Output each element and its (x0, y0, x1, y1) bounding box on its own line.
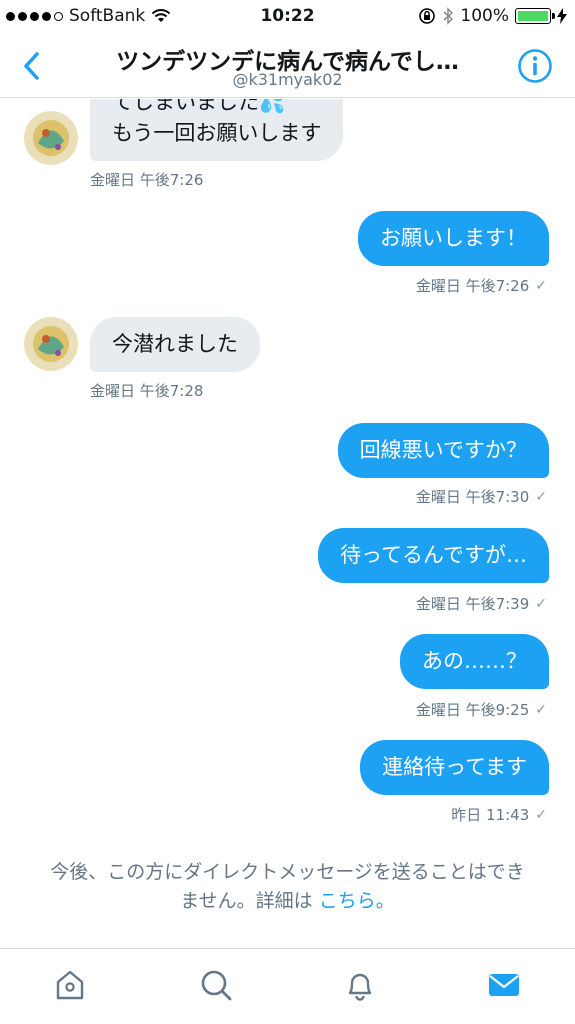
message-timestamp: 金曜日 午後7:39 (415, 595, 530, 613)
read-check-icon: ✓ (535, 277, 547, 294)
status-bar: SoftBank 10:22 100% (0, 0, 575, 34)
message-timestamp: 金曜日 午後7:30 (415, 488, 530, 506)
conversation-handle: @k31myak02 (232, 70, 343, 89)
charging-icon (557, 8, 567, 24)
chevron-left-icon (24, 52, 39, 80)
message-text-line: てしまいました💦 (112, 99, 286, 114)
message-timestamp: 昨日 11:43 (451, 806, 530, 824)
message-bubble-outgoing[interactable]: 待ってるんですが… (318, 528, 549, 583)
read-check-icon: ✓ (535, 701, 547, 718)
home-icon (56, 970, 84, 1000)
message-bubble-incoming[interactable]: 今潜れました (90, 317, 260, 372)
info-icon[interactable] (517, 48, 553, 84)
read-check-icon: ✓ (535, 806, 547, 823)
message-list[interactable]: てしまいました💦 もう一回お願いします 金曜日 午後7:26 お願いします！ 金… (0, 99, 575, 947)
message-meta: 昨日 11:43 ✓ (451, 804, 547, 825)
tab-notifications[interactable] (340, 965, 380, 1005)
message-bubble-incoming[interactable]: てしまいました💦 もう一回お願いします (90, 99, 344, 161)
battery-percent: 100% (460, 6, 509, 26)
bluetooth-icon (443, 7, 454, 25)
avatar[interactable] (24, 317, 78, 371)
message-timestamp: 金曜日 午後7:26 (415, 277, 530, 295)
message-bubble-outgoing[interactable]: 回線悪いですか？ (337, 423, 549, 478)
read-check-icon: ✓ (535, 595, 547, 612)
status-right: 100% (418, 6, 567, 26)
conversation-header: ツンデツンデに病んで病んでし… @k31myak02 (0, 34, 575, 98)
message-bubble-outgoing[interactable]: お願いします！ (358, 211, 549, 266)
search-icon (201, 970, 232, 1001)
notifications-icon (348, 973, 372, 1001)
message-timestamp: 金曜日 午後7:28 (90, 382, 204, 400)
notice-text-line: 今後、この方にダイレクトメッセージを送ることはでき (50, 861, 525, 883)
message-timestamp: 金曜日 午後7:26 (90, 171, 204, 189)
tab-bar (0, 948, 575, 1024)
message-bubble-outgoing[interactable]: 連絡待ってます (360, 740, 549, 795)
tab-home[interactable] (50, 965, 90, 1005)
message-bubble-outgoing[interactable]: あの……？ (400, 634, 549, 689)
tab-search[interactable] (196, 965, 236, 1005)
battery-icon (515, 8, 555, 24)
tab-messages[interactable] (484, 965, 524, 1005)
read-check-icon: ✓ (535, 488, 547, 505)
avatar[interactable] (24, 111, 78, 165)
message-meta: 金曜日 午後7:39 ✓ (416, 593, 547, 614)
notice-text: ません。詳細は (180, 890, 313, 912)
message-timestamp: 金曜日 午後9:25 (415, 701, 530, 719)
notice-text-line: ません。詳細は こちら。 (10, 887, 565, 916)
message-meta: 金曜日 午後7:30 ✓ (416, 486, 547, 507)
message-meta: 金曜日 午後9:25 ✓ (416, 699, 547, 720)
messages-icon (489, 974, 519, 996)
orientation-lock-icon (419, 8, 436, 24)
message-meta: 金曜日 午後7:26 ✓ (416, 275, 547, 296)
details-link[interactable]: こちら。 (319, 890, 395, 912)
back-button[interactable] (14, 46, 48, 86)
message-text-line: もう一回お願いします (112, 121, 322, 145)
dm-disabled-notice: 今後、この方にダイレクトメッセージを送ることはでき ません。詳細は こちら。 (10, 858, 565, 916)
